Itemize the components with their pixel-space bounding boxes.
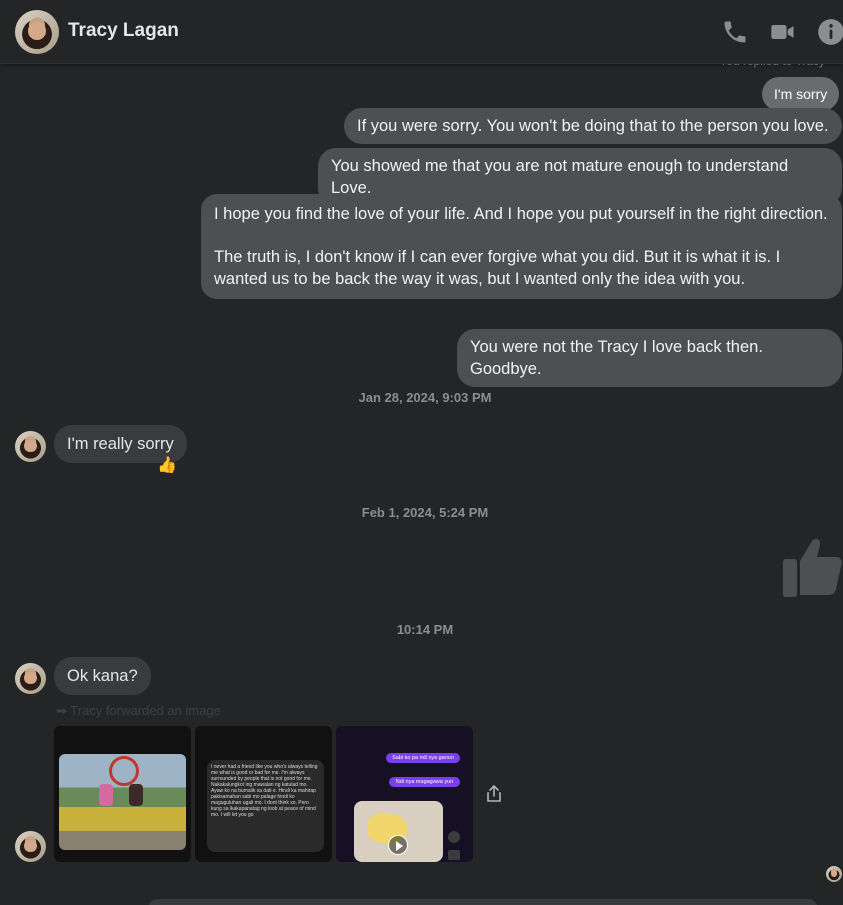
screenshot-text: I never had a friend like you who's alwa…: [211, 764, 318, 818]
image-attachment[interactable]: Sabi ko pa ndi sya ganun Ndi nya magagaw…: [336, 726, 473, 862]
timestamp: Jan 28, 2024, 9:03 PM: [358, 390, 492, 405]
person-shape: [129, 784, 143, 806]
message-outgoing[interactable]: If you were sorry. You won't be doing th…: [344, 108, 842, 144]
conversation-header: Tracy Lagan: [0, 0, 843, 64]
image-attachment[interactable]: I never had a friend like you who's alwa…: [195, 726, 332, 862]
forward-share-icon[interactable]: [484, 784, 504, 804]
image-attachment[interactable]: [54, 726, 191, 862]
message-paragraph: I hope you find the love of your life. A…: [214, 205, 828, 223]
timestamp: Feb 1, 2024, 5:24 PM: [361, 505, 489, 520]
phone-call-icon[interactable]: [721, 18, 749, 46]
person-shape: [99, 784, 113, 806]
ferris-wheel-shape: [109, 756, 139, 786]
message-incoming[interactable]: Ok kana?: [54, 657, 151, 695]
info-icon[interactable]: [817, 18, 843, 46]
text-screenshot: I never had a friend like you who's alwa…: [207, 760, 324, 852]
play-icon[interactable]: [388, 835, 408, 855]
message-outgoing[interactable]: I hope you find the love of your life. A…: [201, 194, 842, 299]
share-icon: [448, 831, 460, 843]
food-photo: [354, 801, 443, 862]
message-paragraph: The truth is, I don't know if I can ever…: [214, 248, 781, 288]
contact-avatar[interactable]: [15, 10, 59, 54]
camera-icon: [448, 850, 460, 860]
thumbs-up-reaction-icon[interactable]: 👍: [157, 455, 177, 475]
contact-avatar[interactable]: [15, 663, 46, 694]
forwarded-image-note: ➡ Tracy forwarded an image: [56, 703, 221, 718]
chat-bubble-shape: Sabi ko pa ndi sya ganun: [386, 753, 460, 763]
photo-thumbnail: [59, 754, 186, 850]
timestamp: 10:14 PM: [396, 622, 454, 637]
message-outgoing[interactable]: You were not the Tracy I love back then.…: [457, 329, 842, 387]
contact-avatar[interactable]: [15, 431, 46, 462]
video-call-icon[interactable]: [769, 18, 797, 46]
message-composer[interactable]: [148, 899, 818, 905]
read-receipt-avatar: [826, 866, 842, 882]
forward-note-text: Tracy forwarded an image: [70, 703, 221, 718]
chat-bubble-shape: Ndi nya magagawa yun: [389, 777, 460, 787]
contact-name[interactable]: Tracy Lagan: [68, 20, 179, 42]
contact-avatar[interactable]: [15, 831, 46, 862]
message-outgoing[interactable]: I'm sorry: [762, 77, 840, 111]
thumbs-up-sticker-icon[interactable]: [782, 537, 842, 599]
